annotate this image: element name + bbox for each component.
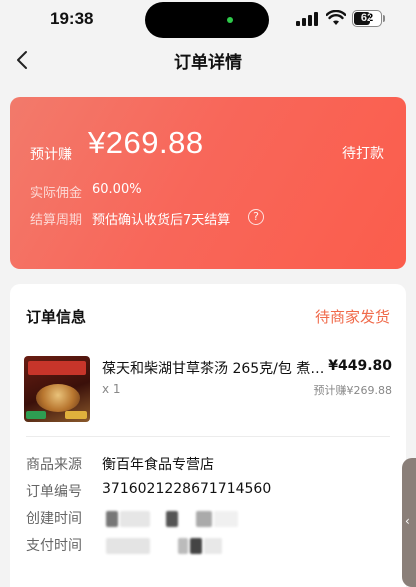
wifi-icon (326, 10, 346, 25)
order-info-title: 订单信息 (26, 308, 87, 326)
redacted-block (106, 538, 150, 554)
dynamic-island (145, 2, 269, 38)
payout-status: 待打款 (342, 146, 384, 162)
product-estimated-earn: 预计赚¥269.88 (313, 384, 393, 397)
redacted-block (178, 538, 188, 554)
redacted-block (214, 511, 238, 527)
settlement-cycle-label: 结算周期 (30, 213, 83, 228)
nav-bar: 订单详情 (0, 38, 416, 82)
battery-icon: 62 (352, 10, 382, 27)
order-info-card: 订单信息 待商家发货 葆天和柴湖甘草茶汤 265克/包 煮水... ¥449.8… (10, 284, 406, 587)
shop-source-value: 衡百年食品专营店 (102, 457, 214, 473)
settlement-cycle-value: 预估确认收货后7天结算 (92, 213, 231, 228)
camera-indicator-icon (227, 17, 233, 23)
shop-source-label: 商品来源 (26, 457, 82, 473)
cellular-signal-icon (296, 12, 318, 26)
question-circle-icon[interactable]: ? (248, 209, 264, 225)
earn-amount: ¥269.88 (88, 125, 204, 160)
earn-label: 预计赚 (30, 147, 72, 163)
order-number-label: 订单编号 (26, 484, 82, 500)
redacted-block (204, 538, 222, 554)
redacted-block (190, 538, 202, 554)
earnings-card: 预计赚 ¥269.88 待打款 实际佣金 60.00% 结算周期 预估确认收货后… (10, 97, 406, 269)
divider (26, 436, 390, 437)
product-image[interactable] (24, 356, 90, 422)
product-name[interactable]: 葆天和柴湖甘草茶汤 265克/包 煮水... (102, 358, 334, 378)
redacted-block (196, 511, 212, 527)
battery-level: 62 (360, 12, 374, 24)
created-time-label: 创建时间 (26, 511, 82, 527)
redacted-block (166, 511, 178, 527)
status-bar: 19:38 62 (0, 0, 416, 38)
side-expand-tab[interactable]: ‹ (402, 458, 416, 587)
redacted-block (106, 511, 118, 527)
product-quantity: x 1 (102, 382, 121, 396)
order-number-value[interactable]: 3716021228671714560 (102, 481, 271, 497)
commission-value: 60.00% (92, 182, 142, 197)
page-title: 订单详情 (174, 53, 242, 73)
commission-label: 实际佣金 (30, 186, 83, 201)
chevron-left-icon: ‹ (405, 514, 410, 528)
product-price: ¥449.80 (328, 358, 392, 374)
payment-time-label: 支付时间 (26, 538, 82, 554)
order-status: 待商家发货 (314, 308, 390, 326)
status-time: 19:38 (50, 9, 94, 28)
redacted-block (120, 511, 150, 527)
